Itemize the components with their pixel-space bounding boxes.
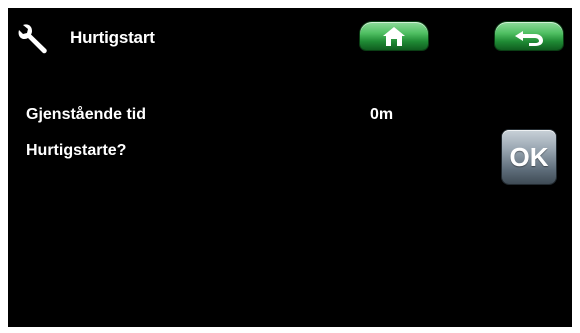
ok-button[interactable]: OK	[502, 130, 556, 184]
screen: Hurtigstart Gjenstående tid 0m Hurtigsta…	[8, 8, 572, 327]
home-icon	[383, 27, 405, 46]
quickstart-prompt: Hurtigstarte?	[26, 142, 127, 159]
wrench-icon	[18, 24, 47, 54]
back-arrow-icon	[515, 31, 543, 46]
remaining-time-label: Gjenstående tid	[26, 106, 147, 123]
remaining-time-value: 0m	[370, 106, 394, 123]
home-button[interactable]	[360, 22, 428, 50]
page-title: Hurtigstart	[70, 28, 155, 47]
back-button[interactable]	[495, 22, 563, 50]
